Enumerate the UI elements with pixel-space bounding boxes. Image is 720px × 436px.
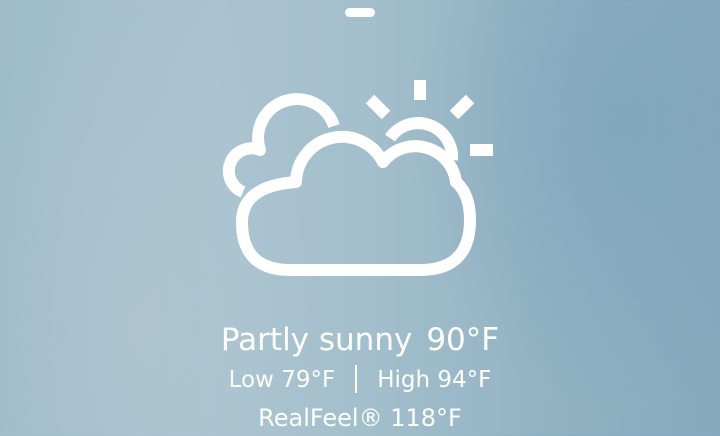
condition-text: Partly sunny <box>220 322 413 358</box>
drag-handle[interactable] <box>345 8 375 17</box>
realfeel-temperature: RealFeel® 118°F <box>258 404 462 432</box>
low-temperature: Low 79°F <box>228 367 336 393</box>
range-divider <box>355 365 358 393</box>
condition-row: Partly sunny 90°F <box>0 318 720 362</box>
temperature-range: Low 79°F High 94°F <box>0 363 720 397</box>
current-temperature: 90°F <box>426 322 500 358</box>
partly-sunny-icon <box>222 80 493 276</box>
high-temperature: High 94°F <box>377 367 492 393</box>
